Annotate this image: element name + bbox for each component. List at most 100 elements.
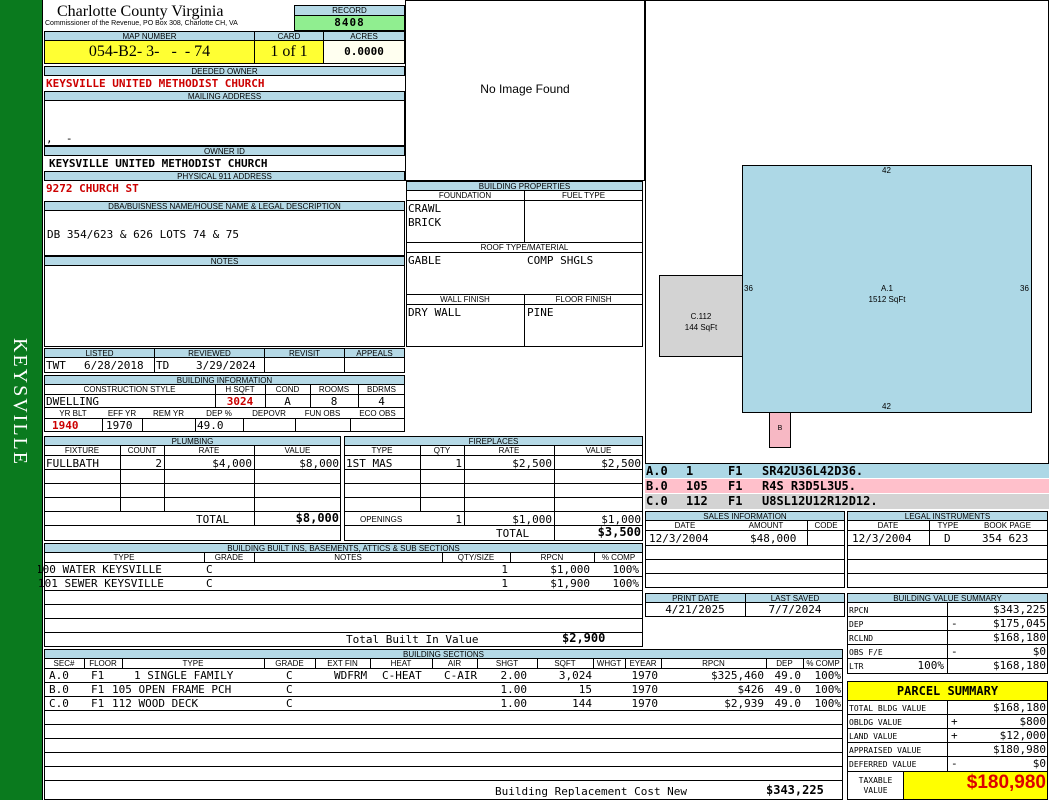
ecoobs-label: ECO OBS [359,409,396,418]
seg-b-num: 105 [686,479,708,493]
ps-value-4: $180,980 [993,743,1046,756]
bi-rpcn-2: $1,900 [550,577,590,590]
plumb-h-rate: RATE [198,446,220,455]
listed-date: 6/28/2018 [84,359,144,372]
vs-value-3: $168,180 [993,631,1046,644]
sec-h-dep: DEP [776,659,793,668]
fuel-type-label: FUEL TYPE [561,191,606,200]
sketch-a-area: 1512 SqFt [868,295,906,304]
sec-2-eyear: 1970 [631,683,659,696]
notes-box [44,265,405,347]
fire-rate: $2,500 [512,457,552,470]
physical-address: 9272 CHURCH ST [46,182,139,195]
plumb-total-label: TOTAL [196,513,230,526]
sec-1-grade: C [286,669,293,682]
ps-value-3: $12,000 [999,729,1046,742]
plumb-value: $8,000 [299,457,339,470]
fire-qty: 1 [455,457,462,470]
bi-comp-2: 100% [612,577,640,590]
sales-h-code: CODE [814,521,838,530]
sec-h-air: AIR [447,659,462,668]
reviewed-by: TD [156,359,170,372]
parcel-summary-label: PARCEL SUMMARY [896,684,999,698]
fire-value: $2,500 [601,457,641,470]
li-type: D [944,532,951,545]
taxable-value: $180,980 [966,772,1046,793]
sec-2-shgt: 1.00 [500,683,528,696]
bi-grade-1: C [206,563,213,576]
sec-h-whgt: WHGT [596,659,622,668]
plumb-rate: $4,000 [212,457,252,470]
sections-total: $343,225 [766,783,824,797]
bi-rpcn-1: $1,000 [550,563,590,576]
wall-finish-label: WALL FINISH [440,295,490,304]
sec-h-sqft: SQFT [554,659,576,668]
ps-value-1: $168,180 [993,701,1046,714]
sec-1-ext: WDFRM [334,669,368,682]
sketch-c-label: C.112 [690,312,712,321]
bi-h-qty: QTY/SIZE [457,553,495,562]
bi-qty-1: 1 [501,563,508,576]
seg-b-code: B.0 [646,479,668,493]
openings-label: OPENINGS [360,515,403,524]
sec-3-eyear: 1970 [631,697,659,710]
sec-2-rpcn: $426 [737,683,765,696]
sec-h-comp: % COMP [806,659,840,668]
effyr-value: 1970 [106,419,133,432]
foundation-1: CRAWL [408,202,442,215]
print-date: 4/21/2025 [665,603,725,616]
floor-finish-label: FLOOR FINISH [555,295,612,304]
plumb-total: $8,000 [295,511,339,525]
sec-h-type: TYPE [182,659,204,668]
hsqft-value: 3024 [226,395,254,408]
seg-c-code: C.0 [646,494,668,508]
dim-right: 36 [1020,284,1029,293]
sec-1-sqft: 3,024 [558,669,592,682]
owner-id: KEYSVILLE UNITED METHODIST CHURCH [49,157,268,170]
bi-comp-1: 100% [612,563,640,576]
sec-1-dep: 49.0 [774,669,802,682]
sketch-c-area: 144 SqFt [684,323,718,332]
no-image-text: No Image Found [480,82,570,96]
physical-address-label: PHYSICAL 911 ADDRESS [44,171,405,181]
sidebar-label: KEYSVILLE [9,338,31,466]
sec-h-sec: SEC# [53,659,75,668]
ps-label-5: DEFERRED VALUE [849,760,917,769]
funobs-label: FUN OBS [304,409,341,418]
li-h-type: TYPE [937,521,959,530]
ps-label-4: APPRAISED VALUE [849,746,922,755]
sec-2-grade: C [286,683,293,696]
vs-label-1: RPCN [849,606,869,615]
reviewed-date: 3/29/2024 [196,359,256,372]
bi-total-label: Total Built In Value [346,633,479,646]
roof-material: COMP SHGLS [527,254,594,267]
map-number: 054-B2- 3- - - 74 [88,43,211,60]
sec-2-floor: F1 [91,683,105,696]
plumb-h-value: VALUE [284,446,311,455]
sec-3-sqft: 144 [572,697,592,710]
sec-2-type: 105 OPEN FRAME PCH [112,683,232,696]
ps-value-5: $0 [1032,757,1046,770]
li-h-book: BOOK PAGE [984,521,1031,530]
owner-id-label: OWNER ID [44,146,405,156]
vs-label-3: RCLND [849,634,874,643]
bi-grade-2: C [206,577,213,590]
sec-1-rpcn: $325,460 [711,669,764,682]
vs-value-1: $343,225 [993,603,1046,616]
sec-1-type: 1 SINGLE FAMILY [134,669,234,682]
construction-style: DWELLING [46,395,99,408]
vs-value-2: $175,045 [993,617,1046,630]
li-h-date: DATE [877,521,899,530]
sec-1-floor: F1 [91,669,105,682]
sec-3-dep: 49.0 [774,697,802,710]
yrblt-value: 1940 [52,419,79,432]
sec-1-heat: C-HEAT [382,669,422,682]
bdrms-value: 4 [378,395,385,408]
sections-total-label: Building Replacement Cost New [495,785,688,798]
card-value: 1 of 1 [270,43,308,60]
remyr-label: REM YR [153,409,184,418]
sec-3-sec: C.0 [49,697,69,710]
vs-pct-5: 100% [917,659,945,672]
sec-1-eyear: 1970 [631,669,659,682]
listed-by: TWT [46,359,66,372]
